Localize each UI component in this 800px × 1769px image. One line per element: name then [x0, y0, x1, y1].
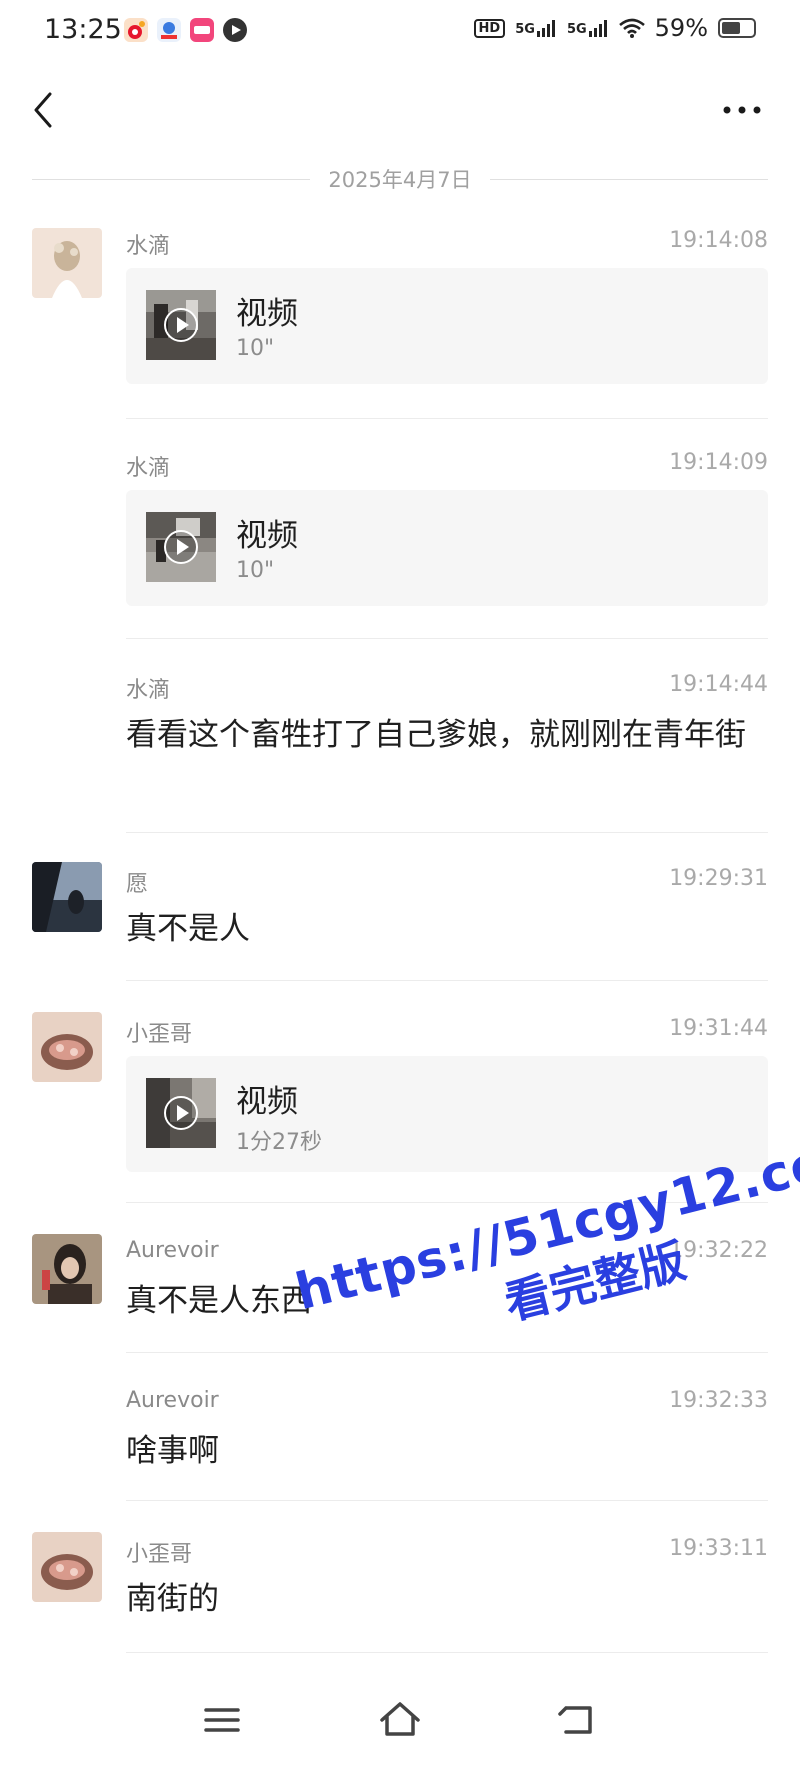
signal-icon-1: 5G: [515, 19, 557, 37]
status-app-icons: [124, 18, 247, 42]
message-separator: [126, 980, 768, 981]
wifi-icon: [618, 18, 645, 38]
sender-name: 愿: [126, 872, 149, 897]
video-label: 视频: [236, 296, 298, 332]
network-type-2: 5G: [566, 22, 587, 37]
message-time: 19:14:09: [669, 450, 768, 475]
message-item: 小歪哥 19:33:11 南街的: [0, 1532, 800, 1646]
message-separator: [126, 1652, 768, 1653]
back-nav-icon[interactable]: [548, 1690, 608, 1750]
play-icon: [164, 308, 198, 342]
message-time: 19:14:08: [669, 228, 768, 253]
message-separator: [126, 1500, 768, 1501]
sender-name: Aurevoir: [126, 1238, 219, 1263]
video-duration: 10": [236, 558, 275, 583]
divider-line: [489, 178, 769, 180]
more-options-icon[interactable]: [720, 98, 764, 122]
media-player-icon: [223, 18, 247, 42]
message-separator: [126, 832, 768, 833]
signal-icon-2: 5G: [567, 19, 609, 37]
message-time: 19:33:11: [669, 1536, 768, 1561]
app-icon-2: [157, 18, 181, 42]
message-time: 19:29:31: [669, 866, 768, 891]
hd-icon: HD: [473, 18, 506, 38]
video-duration: 1分27秒: [236, 1130, 322, 1155]
avatar[interactable]: [32, 1012, 102, 1082]
battery-level: [722, 22, 740, 34]
message-item: 水滴 19:14:08 视频 10": [0, 228, 800, 388]
avatar[interactable]: [32, 228, 102, 298]
battery-percent: 59%: [654, 14, 708, 42]
avatar[interactable]: [32, 1234, 102, 1304]
video-thumbnail: [146, 1078, 216, 1148]
play-icon: [164, 530, 198, 564]
video-label: 视频: [236, 518, 298, 554]
sender-name: 小歪哥: [126, 1542, 193, 1567]
status-indicators: HD 5G 5G 59%: [473, 14, 756, 42]
message-separator: [126, 638, 768, 639]
play-icon: [164, 1096, 198, 1130]
avatar[interactable]: [32, 862, 102, 932]
message-text: 南街的: [126, 1581, 219, 1617]
back-chevron-icon[interactable]: [24, 88, 64, 132]
sender-name: 水滴: [126, 234, 171, 259]
video-thumbnail: [146, 512, 216, 582]
video-message-card[interactable]: 视频 10": [126, 268, 768, 384]
message-item: 水滴 19:14:09 视频 10": [0, 450, 800, 610]
battery-icon: [718, 18, 756, 38]
network-type-1: 5G: [515, 22, 535, 37]
message-item: 小歪哥 19:31:44 视频 1分27秒: [0, 1012, 800, 1176]
message-time: 19:32:22: [669, 1238, 768, 1263]
divider-line: [32, 178, 311, 180]
system-navigation-bar: [0, 1690, 800, 1752]
app-icon-3: [190, 18, 214, 42]
message-separator: [126, 418, 768, 419]
video-duration: 10": [236, 336, 275, 361]
sender-name: 小歪哥: [126, 1022, 193, 1047]
menu-icon[interactable]: [192, 1690, 252, 1750]
message-separator: [126, 1352, 768, 1353]
message-item: 愿 19:29:31 真不是人: [0, 862, 800, 976]
avatar[interactable]: [32, 1532, 102, 1602]
message-item: Aurevoir 19:32:22 真不是人东西: [0, 1234, 800, 1348]
sender-name: 水滴: [126, 678, 171, 703]
home-icon[interactable]: [370, 1690, 430, 1750]
video-message-card[interactable]: 视频 10": [126, 490, 768, 606]
message-text: 真不是人东西: [126, 1283, 312, 1319]
message-text: 真不是人: [126, 911, 250, 947]
status-time: 13:25: [44, 14, 122, 45]
video-message-card[interactable]: 视频 1分27秒: [126, 1056, 768, 1172]
date-label: 2025年4月7日: [328, 168, 472, 192]
message-item: Aurevoir 19:32:33 啥事啊: [0, 1388, 800, 1498]
message-separator: [126, 1202, 768, 1203]
chat-header: [0, 70, 800, 150]
date-divider: 2025年4月7日: [32, 164, 769, 194]
sender-name: 水滴: [126, 456, 171, 481]
video-label: 视频: [236, 1084, 298, 1120]
message-text: 啥事啊: [126, 1433, 219, 1469]
video-thumbnail: [146, 290, 216, 360]
message-item: 水滴 19:14:44 看看这个畜牲打了自己爹娘，就刚刚在青年街: [0, 672, 800, 802]
weibo-icon: [124, 18, 148, 42]
message-text: 看看这个畜牲打了自己爹娘，就刚刚在青年街: [126, 717, 746, 753]
message-time: 19:32:33: [669, 1388, 768, 1413]
message-time: 19:14:44: [669, 672, 768, 697]
status-bar: 13:25 HD 5G 5G 59%: [0, 0, 800, 62]
message-time: 19:31:44: [669, 1016, 768, 1041]
sender-name: Aurevoir: [126, 1388, 219, 1413]
